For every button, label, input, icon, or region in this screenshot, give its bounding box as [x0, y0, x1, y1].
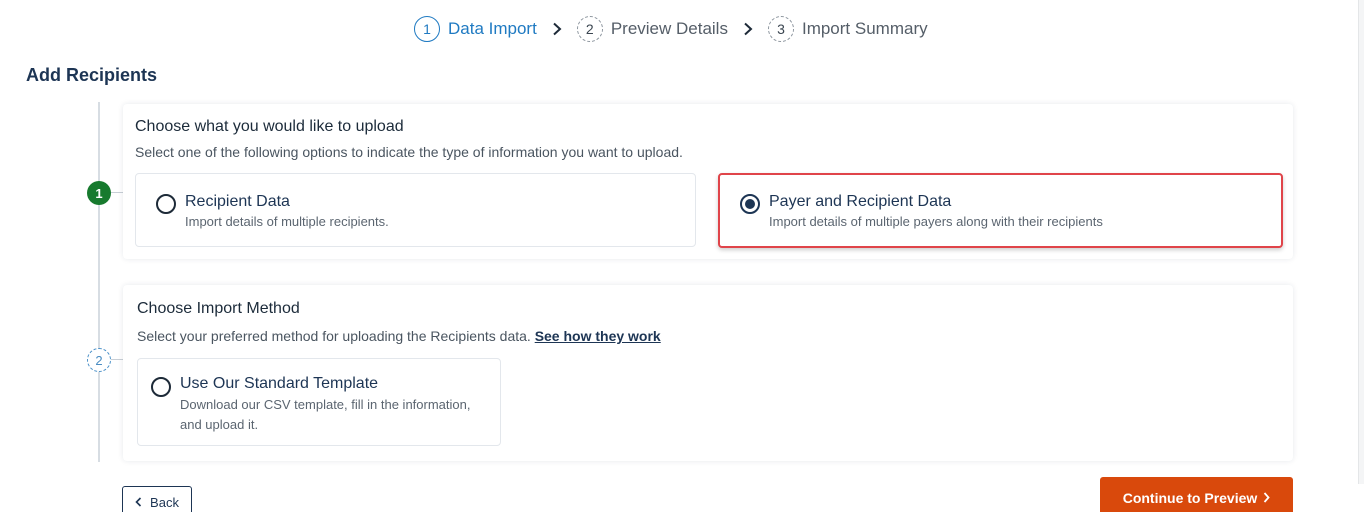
subtitle-text: Select your preferred method for uploadi… [137, 328, 531, 344]
step-label: Import Summary [801, 19, 928, 38]
card-heading: Choose Import Method [137, 300, 300, 317]
option-description: Import details of multiple payers along … [769, 214, 1103, 229]
continue-to-preview-button[interactable]: Continue to Preview [1100, 477, 1293, 512]
radio-button[interactable] [156, 194, 176, 214]
page-scrollbar[interactable] [1358, 0, 1364, 484]
option-standard-template[interactable]: Use Our Standard Template Download our C… [137, 358, 501, 446]
card-subtitle: Select one of the following options to i… [135, 144, 683, 160]
step-number: 3 [767, 16, 794, 42]
chevron-left-icon [135, 495, 142, 510]
timeline-connector [110, 192, 124, 193]
back-label: Back [150, 494, 179, 510]
chevron-right-icon [1263, 490, 1270, 506]
upload-type-card: Choose what you would like to upload Sel… [123, 104, 1293, 259]
option-description-line-2: and upload it. [180, 417, 259, 432]
option-title: Payer and Recipient Data [769, 193, 952, 210]
back-button[interactable]: Back [122, 486, 192, 512]
import-stepper: 1 Data Import 2 Preview Details 3 Import… [414, 15, 928, 43]
radio-button[interactable] [151, 377, 171, 397]
page-title: Add Recipients [26, 65, 158, 85]
import-method-card: Choose Import Method Select your preferr… [123, 285, 1293, 461]
option-recipient-data[interactable]: Recipient Data Import details of multipl… [135, 173, 696, 247]
timeline-connector [110, 359, 124, 360]
option-description: Import details of multiple recipients. [185, 214, 389, 229]
step-label: Preview Details [610, 19, 728, 38]
step-label: Data Import [448, 19, 537, 38]
option-title: Recipient Data [185, 193, 290, 210]
radio-button-selected[interactable] [740, 194, 760, 214]
step-number: 2 [576, 16, 603, 42]
timeline-marker-2: 2 [87, 348, 111, 372]
chevron-right-icon [537, 22, 577, 36]
step-preview-details: 2 Preview Details [576, 16, 728, 42]
option-description-line-1: Download our CSV template, fill in the i… [180, 397, 471, 412]
option-title: Use Our Standard Template [180, 375, 379, 392]
card-subtitle: Select your preferred method for uploadi… [137, 328, 661, 344]
step-data-import: 1 Data Import [414, 16, 537, 42]
step-number: 1 [414, 16, 440, 42]
chevron-right-icon [728, 22, 768, 36]
see-how-they-work-link[interactable]: See how they work [535, 328, 661, 344]
step-import-summary: 3 Import Summary [767, 16, 928, 42]
continue-label: Continue to Preview [1122, 490, 1258, 506]
timeline-marker-1: 1 [87, 181, 111, 205]
timeline-line [98, 102, 100, 462]
option-payer-and-recipient-data[interactable]: Payer and Recipient Data Import details … [718, 173, 1283, 248]
card-heading: Choose what you would like to upload [135, 118, 404, 135]
